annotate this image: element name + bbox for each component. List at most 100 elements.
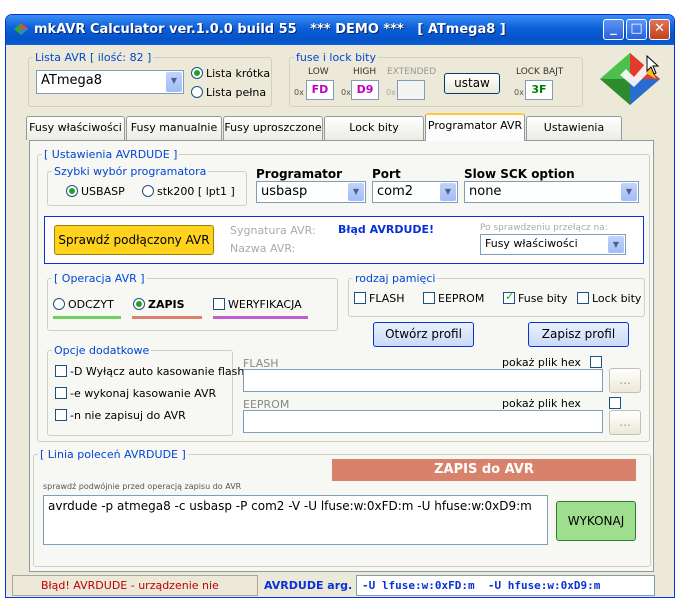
- radio-icon: [133, 298, 145, 310]
- hex-prefix: 0x: [514, 88, 524, 97]
- flash-browse-button[interactable]: ...: [609, 368, 641, 393]
- radio-icon: [53, 298, 65, 310]
- radio-icon: [191, 86, 203, 98]
- after-check-select-value: Fusy właściwości: [485, 237, 578, 250]
- programmer-label: Programator: [256, 167, 343, 181]
- status-bar: Błąd! AVRDUDE - urządzenie nie gotowe AV…: [6, 572, 674, 597]
- fuse-high-value[interactable]: D9: [351, 80, 379, 100]
- checkbox-icon: [55, 387, 67, 399]
- tab-lock-bits[interactable]: Lock bity: [324, 116, 424, 140]
- tab-programmer-avr[interactable]: Programator AVR: [425, 113, 525, 141]
- after-check-label: Po sprawdzeniu przełącz na:: [480, 223, 608, 233]
- lock-byte-value[interactable]: 3F: [525, 80, 553, 100]
- port-select[interactable]: com2 ▼: [372, 181, 458, 203]
- check-mem-eeprom-label: EEPROM: [438, 292, 485, 305]
- check-verify-label: WERYFIKACJA: [228, 298, 302, 311]
- signature-label: Sygnatura AVR:: [230, 224, 316, 237]
- check-no-write-label: -n nie zapisuj do AVR: [70, 409, 186, 422]
- check-avr-button[interactable]: Sprawdź podłączony AVR: [54, 225, 214, 255]
- radio-short-list[interactable]: Lista krótka: [191, 67, 270, 80]
- title-bar[interactable]: mkAVR Calculator ver.1.0.0 build 55 *** …: [6, 15, 674, 45]
- flash-file-input[interactable]: [243, 369, 603, 392]
- checkbox-icon: [503, 290, 515, 304]
- checkbox-icon: [423, 292, 435, 304]
- port-select-value: com2: [377, 184, 414, 199]
- tab-fuse-manual[interactable]: Fusy manualnie: [126, 116, 222, 140]
- avr-name-label: Nazwa AVR:: [230, 242, 296, 255]
- tab-settings[interactable]: Ustawienia: [526, 116, 622, 140]
- radio-write[interactable]: ZAPIS: [133, 298, 185, 311]
- avr-select[interactable]: ATmega8 ▼: [36, 70, 184, 94]
- maximize-button[interactable]: □: [626, 19, 647, 40]
- fuse-ext-value: [397, 80, 425, 100]
- close-button[interactable]: ✕: [649, 19, 670, 40]
- fuse-high-label: HIGH: [353, 67, 377, 77]
- quick-programmer-legend: Szybki wybór programatora: [54, 165, 207, 178]
- lock-byte-label: LOCK BAJT: [516, 67, 564, 77]
- avr-list-legend: Lista AVR [ ilość: 82 ]: [35, 51, 152, 64]
- radio-short-label: Lista krótka: [206, 67, 271, 80]
- chevron-down-icon: ▼: [348, 183, 364, 201]
- check-no-auto-erase[interactable]: -D Wyłącz auto kasowanie flash: [55, 365, 244, 378]
- check-verify[interactable]: WERYFIKACJA: [213, 298, 302, 311]
- extra-options-legend: Opcje dodatkowe: [54, 344, 150, 357]
- slow-sck-select[interactable]: none ▼: [464, 181, 639, 203]
- fuse-legend: fuse i lock bity: [296, 51, 376, 64]
- status-error: Błąd! AVRDUDE - urządzenie nie gotowe: [12, 575, 258, 596]
- verify-underline: [213, 316, 308, 319]
- programmer-select[interactable]: usbasp ▼: [256, 181, 366, 203]
- radio-usbasp[interactable]: USBASP: [66, 185, 125, 198]
- cmdline-legend: [ Linia poleceń AVRDUDE ]: [40, 448, 186, 461]
- tab-fuse-properties[interactable]: Fusy właściwości: [26, 116, 125, 140]
- eeprom-show-hex-checkbox[interactable]: [608, 397, 621, 409]
- set-fuse-button[interactable]: ustaw: [444, 73, 500, 94]
- flash-show-hex-label: pokaż plik hex: [502, 356, 581, 369]
- after-check-select[interactable]: Fusy właściwości ▼: [480, 234, 626, 255]
- check-mem-fuse-label: Fuse bity: [518, 292, 568, 305]
- check-mem-flash[interactable]: FLASH: [354, 292, 405, 305]
- check-erase-label: -e wykonaj kasowanie AVR: [70, 387, 217, 400]
- radio-icon: [66, 185, 78, 197]
- status-args-label: AVRDUDE arg.: [264, 579, 353, 592]
- avrdude-settings-legend: [ Ustawienia AVRDUDE ]: [44, 148, 178, 161]
- check-mem-lock[interactable]: Lock bity: [577, 292, 641, 305]
- radio-full-list[interactable]: Lista pełna: [191, 86, 266, 99]
- checkbox-icon: [213, 298, 225, 310]
- chevron-down-icon: ▼: [608, 236, 624, 253]
- memory-type-legend: rodzaj pamięci: [355, 272, 436, 285]
- radio-usbasp-label: USBASP: [81, 185, 125, 198]
- signature-value: Błąd AVRDUDE!: [338, 223, 435, 236]
- check-erase[interactable]: -e wykonaj kasowanie AVR: [55, 387, 216, 400]
- save-profile-button[interactable]: Zapisz profil: [528, 322, 629, 347]
- cmdline-text: avrdude -p atmega8 -c usbasp -P com2 -V …: [48, 499, 532, 513]
- write-underline: [132, 316, 202, 319]
- cmdline-textbox[interactable]: avrdude -p atmega8 -c usbasp -P com2 -V …: [43, 495, 548, 545]
- eeprom-show-hex-label: pokaż plik hex: [502, 397, 581, 410]
- main-window: mkAVR Calculator ver.1.0.0 build 55 *** …: [5, 14, 675, 598]
- radio-icon: [191, 67, 203, 79]
- read-underline: [53, 316, 121, 319]
- radio-icon: [142, 185, 154, 197]
- eeprom-browse-button[interactable]: ...: [609, 410, 641, 435]
- check-mem-eeprom[interactable]: EEPROM: [423, 292, 484, 305]
- execute-button[interactable]: WYKONAJ: [556, 501, 636, 541]
- flash-show-hex-checkbox[interactable]: [590, 356, 602, 368]
- eeprom-file-input[interactable]: [243, 410, 603, 433]
- minimize-button[interactable]: _: [603, 19, 624, 40]
- check-no-write[interactable]: -n nie zapisuj do AVR: [55, 409, 186, 422]
- check-mem-lock-label: Lock bity: [592, 292, 642, 305]
- radio-read[interactable]: ODCZYT: [53, 298, 114, 311]
- tab-fuse-simplified[interactable]: Fusy uproszczone: [223, 116, 323, 140]
- check-mem-fuse[interactable]: Fuse bity: [503, 290, 568, 305]
- fuse-low-label: LOW: [308, 67, 329, 77]
- radio-read-label: ODCZYT: [68, 298, 114, 311]
- check-mem-flash-label: FLASH: [369, 292, 405, 305]
- avr-select-value: ATmega8: [41, 73, 102, 88]
- radio-write-label: ZAPIS: [148, 298, 185, 311]
- fuse-low-value[interactable]: FD: [306, 80, 334, 100]
- app-icon: [14, 23, 28, 35]
- slow-sck-label: Slow SCK option: [464, 167, 575, 181]
- open-profile-button[interactable]: Otwórz profil: [373, 322, 474, 347]
- radio-stk200[interactable]: stk200 [ lpt1 ]: [142, 185, 235, 198]
- chevron-down-icon: ▼: [166, 72, 182, 92]
